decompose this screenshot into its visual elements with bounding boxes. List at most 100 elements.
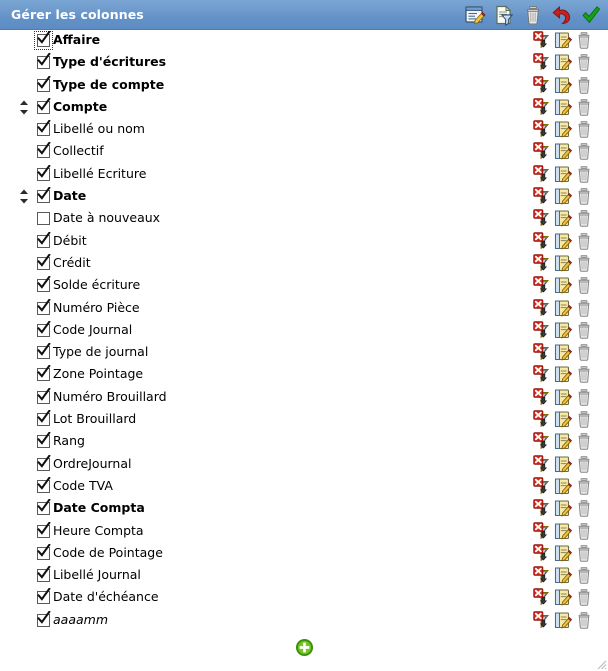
remove-filter-icon[interactable]	[533, 410, 551, 429]
remove-filter-icon[interactable]	[533, 544, 551, 563]
edit-column-icon[interactable]	[554, 388, 572, 407]
remove-filter-icon[interactable]	[533, 98, 551, 117]
delete-column-icon[interactable]	[575, 477, 593, 496]
edit-column-icon[interactable]	[554, 209, 572, 228]
column-visible-checkbox[interactable]	[37, 543, 51, 560]
column-row[interactable]: Libellé Ecriture	[0, 164, 608, 186]
remove-filter-icon[interactable]	[533, 432, 551, 451]
remove-filter-icon[interactable]	[533, 521, 551, 541]
remove-filter-icon[interactable]	[533, 231, 551, 251]
delete-column-icon[interactable]	[575, 31, 593, 50]
column-row[interactable]: Date	[0, 186, 608, 208]
remove-filter-icon[interactable]	[533, 142, 551, 161]
column-visible-checkbox[interactable]	[37, 610, 51, 627]
column-visible-checkbox[interactable]	[37, 476, 51, 493]
edit-column-icon[interactable]	[554, 120, 572, 139]
edit-column-icon[interactable]	[554, 499, 572, 518]
column-row[interactable]: Type de compte	[0, 75, 608, 97]
column-visible-checkbox[interactable]	[37, 298, 51, 315]
remove-filter-icon[interactable]	[533, 388, 551, 407]
column-visible-checkbox[interactable]	[37, 231, 51, 248]
delete-column-icon[interactable]	[575, 432, 593, 451]
edit-column-icon[interactable]	[554, 410, 572, 429]
edit-column-icon[interactable]	[554, 276, 572, 295]
column-row[interactable]: Date à nouveaux	[0, 208, 608, 230]
column-visible-checkbox[interactable]	[37, 387, 51, 404]
delete-column-icon[interactable]	[575, 276, 593, 295]
column-row[interactable]: OrdreJournal	[0, 454, 608, 476]
undo-icon[interactable]	[551, 4, 573, 26]
delete-column-icon[interactable]	[575, 76, 593, 95]
column-visible-checkbox[interactable]	[37, 432, 51, 449]
edit-column-icon[interactable]	[554, 76, 572, 95]
delete-column-icon[interactable]	[575, 388, 593, 407]
edit-column-icon[interactable]	[554, 165, 572, 184]
delete-column-icon[interactable]	[575, 299, 593, 318]
edit-column-icon[interactable]	[554, 611, 572, 630]
column-row[interactable]: Rang	[0, 431, 608, 453]
remove-filter-icon[interactable]	[533, 276, 551, 295]
column-row[interactable]: Type de journal	[0, 342, 608, 364]
sort-toggle-icon[interactable]	[18, 189, 30, 204]
edit-column-icon[interactable]	[554, 455, 572, 474]
delete-column-icon[interactable]	[575, 209, 593, 228]
delete-column-icon[interactable]	[575, 455, 593, 474]
edit-column-icon[interactable]	[554, 566, 572, 585]
sort-toggle-icon[interactable]	[18, 100, 30, 115]
edit-column-icon[interactable]	[554, 31, 572, 50]
remove-filter-icon[interactable]	[533, 53, 551, 72]
column-row[interactable]: Solde écriture	[0, 275, 608, 297]
column-row[interactable]: Date Compta	[0, 498, 608, 520]
column-visible-checkbox[interactable]	[37, 521, 51, 538]
document-filter-icon[interactable]	[493, 4, 515, 26]
edit-column-icon[interactable]	[554, 254, 572, 273]
edit-column-icon[interactable]	[554, 544, 572, 563]
remove-filter-icon[interactable]	[533, 454, 551, 474]
column-visible-checkbox[interactable]	[37, 53, 51, 70]
column-row[interactable]: Crédit	[0, 253, 608, 275]
column-row[interactable]: Compte	[0, 97, 608, 119]
column-visible-checkbox[interactable]	[37, 97, 51, 114]
edit-column-icon[interactable]	[554, 232, 572, 251]
delete-column-icon[interactable]	[575, 142, 593, 161]
delete-column-icon[interactable]	[575, 544, 593, 563]
column-row[interactable]: Heure Compta	[0, 521, 608, 543]
column-row[interactable]: Code TVA	[0, 476, 608, 498]
edit-column-icon[interactable]	[554, 53, 572, 72]
column-visible-checkbox[interactable]	[37, 276, 51, 293]
remove-filter-icon[interactable]	[533, 566, 551, 585]
edit-note-icon[interactable]	[464, 4, 486, 26]
edit-column-icon[interactable]	[554, 522, 572, 541]
column-visible-checkbox[interactable]	[37, 320, 51, 337]
column-row[interactable]: Libellé ou nom	[0, 119, 608, 141]
remove-filter-icon[interactable]	[533, 343, 551, 362]
delete-column-icon[interactable]	[575, 588, 593, 607]
column-row[interactable]: Type d'écritures	[0, 52, 608, 74]
column-row[interactable]: aaaamm	[0, 610, 608, 632]
edit-column-icon[interactable]	[554, 365, 572, 384]
delete-column-icon[interactable]	[575, 98, 593, 117]
delete-column-icon[interactable]	[575, 165, 593, 184]
delete-column-icon[interactable]	[575, 232, 593, 251]
remove-filter-icon[interactable]	[533, 165, 551, 184]
delete-column-icon[interactable]	[575, 53, 593, 72]
column-row[interactable]: Débit	[0, 231, 608, 253]
edit-column-icon[interactable]	[554, 432, 572, 451]
delete-column-icon[interactable]	[575, 343, 593, 362]
remove-filter-icon[interactable]	[533, 477, 551, 496]
remove-filter-icon[interactable]	[533, 120, 551, 139]
column-visible-checkbox[interactable]	[37, 499, 51, 516]
column-visible-checkbox[interactable]	[37, 75, 51, 92]
column-row[interactable]: Libellé Journal	[0, 565, 608, 587]
edit-column-icon[interactable]	[554, 187, 572, 206]
trash-icon[interactable]	[522, 4, 544, 26]
column-visible-checkbox[interactable]	[37, 365, 51, 382]
delete-column-icon[interactable]	[575, 120, 593, 139]
delete-column-icon[interactable]	[575, 566, 593, 585]
column-visible-checkbox[interactable]	[37, 588, 51, 605]
column-row[interactable]: Code de Pointage	[0, 543, 608, 565]
remove-filter-icon[interactable]	[533, 75, 551, 95]
resize-grip[interactable]	[593, 656, 607, 670]
remove-filter-icon[interactable]	[533, 254, 551, 273]
edit-column-icon[interactable]	[554, 477, 572, 496]
